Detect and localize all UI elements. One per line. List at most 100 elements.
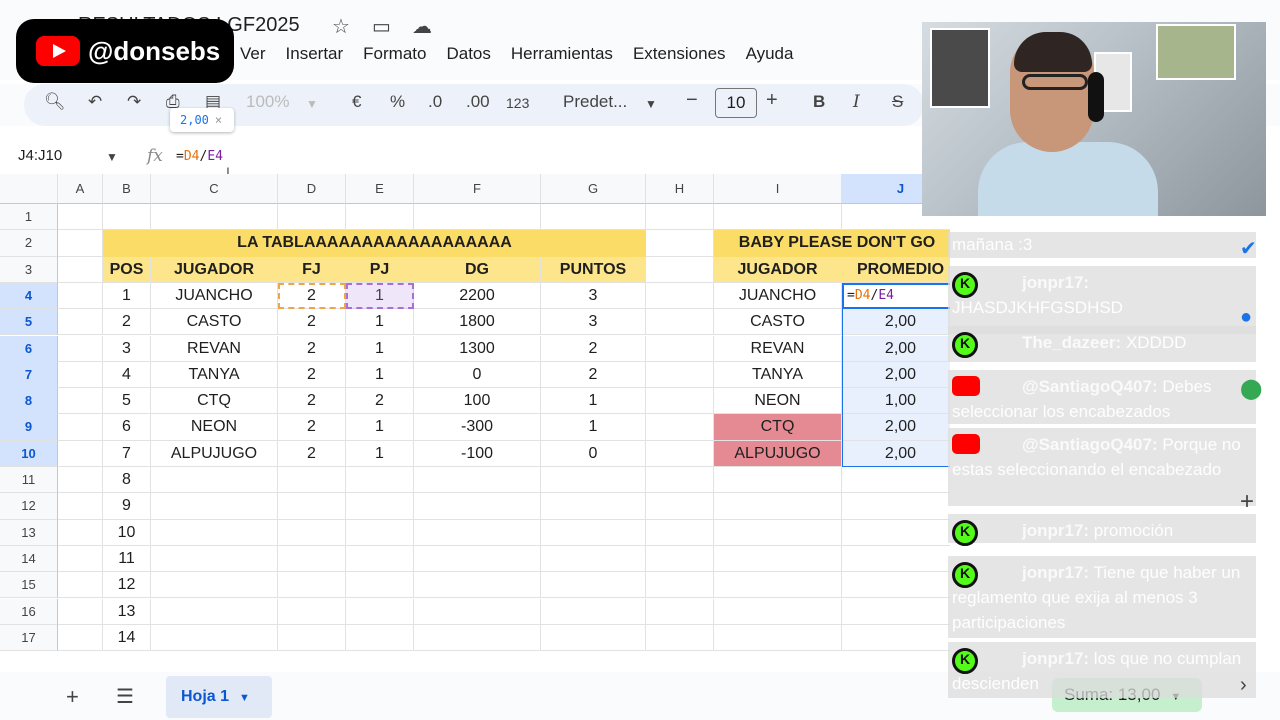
currency-format-button[interactable]: € bbox=[352, 92, 361, 112]
table2-player-cell[interactable]: JUANCHO bbox=[714, 282, 842, 310]
table1-cell[interactable]: 1 bbox=[346, 361, 414, 389]
formula-input[interactable]: =D4/E4 bbox=[176, 149, 223, 164]
cell[interactable] bbox=[646, 493, 714, 520]
cell[interactable] bbox=[278, 545, 346, 573]
table1-cell[interactable]: 2 bbox=[541, 361, 646, 389]
table1-cell[interactable]: NEON bbox=[151, 414, 278, 441]
table1-pos-cell[interactable]: 13 bbox=[103, 598, 151, 625]
table2-average-cell[interactable]: 2,00 bbox=[842, 361, 950, 389]
strikethrough-button[interactable]: S bbox=[892, 92, 903, 112]
row-header-7[interactable]: 7 bbox=[0, 361, 58, 389]
cell[interactable] bbox=[646, 256, 714, 283]
cell[interactable] bbox=[151, 545, 278, 573]
cell[interactable] bbox=[103, 204, 151, 231]
row-header-17[interactable]: 17 bbox=[0, 624, 58, 652]
cell[interactable] bbox=[646, 414, 714, 441]
cell[interactable] bbox=[58, 309, 103, 336]
table1-cell[interactable]: CASTO bbox=[151, 309, 278, 336]
table1-pos-cell[interactable]: 9 bbox=[103, 493, 151, 520]
table1-cell[interactable]: 1 bbox=[541, 414, 646, 441]
cell[interactable] bbox=[151, 519, 278, 546]
table1-cell[interactable]: 1 bbox=[346, 440, 414, 467]
column-header-f[interactable]: F bbox=[414, 174, 541, 204]
table1-title[interactable]: LA TABLAAAAAAAAAAAAAAAAAA bbox=[103, 230, 646, 257]
cell[interactable] bbox=[414, 519, 541, 546]
cell[interactable] bbox=[541, 519, 646, 546]
table1-pos-cell[interactable]: 12 bbox=[103, 572, 151, 599]
table1-header[interactable]: DG bbox=[414, 256, 541, 283]
decrease-font-size-icon[interactable]: − bbox=[686, 89, 698, 112]
cell[interactable] bbox=[58, 230, 103, 257]
cell[interactable] bbox=[414, 572, 541, 599]
cell[interactable] bbox=[842, 546, 950, 573]
table1-cell[interactable]: ALPUJUGO bbox=[151, 440, 278, 467]
cell[interactable] bbox=[714, 519, 842, 546]
table1-cell[interactable]: 1 bbox=[346, 309, 414, 336]
table2-player-cell[interactable]: CASTO bbox=[714, 309, 842, 336]
row-header-15[interactable]: 15 bbox=[0, 572, 58, 599]
row-header-9[interactable]: 9 bbox=[0, 414, 58, 441]
column-header-h[interactable]: H bbox=[646, 174, 714, 204]
table2-header[interactable]: JUGADOR bbox=[714, 256, 842, 283]
cell[interactable] bbox=[646, 624, 714, 652]
table2-average-cell[interactable]: 2,00 bbox=[842, 440, 950, 467]
table1-cell[interactable]: 1300 bbox=[414, 335, 541, 362]
cell[interactable] bbox=[646, 282, 714, 310]
cell[interactable] bbox=[646, 335, 714, 362]
table1-cell[interactable]: 1800 bbox=[414, 309, 541, 336]
table2-header[interactable]: PROMEDIO bbox=[842, 256, 950, 283]
select-all-corner[interactable] bbox=[0, 174, 58, 204]
cell[interactable] bbox=[151, 572, 278, 599]
table1-cell[interactable]: JUANCHO bbox=[151, 282, 278, 310]
cell[interactable] bbox=[278, 204, 346, 231]
table1-pos-cell[interactable]: 14 bbox=[103, 624, 151, 652]
cell[interactable] bbox=[646, 230, 714, 257]
table1-cell[interactable]: TANYA bbox=[151, 361, 278, 389]
row-header-3[interactable]: 3 bbox=[0, 256, 58, 283]
cell[interactable] bbox=[541, 493, 646, 520]
table1-pos-cell[interactable]: 8 bbox=[103, 467, 151, 494]
cell[interactable] bbox=[346, 493, 414, 520]
cell[interactable] bbox=[58, 493, 103, 520]
table1-cell[interactable]: 4 bbox=[103, 361, 151, 389]
column-header-a[interactable]: A bbox=[58, 174, 103, 204]
menu-insertar[interactable]: Insertar bbox=[276, 44, 354, 64]
cell[interactable] bbox=[714, 493, 842, 520]
cell[interactable] bbox=[346, 519, 414, 546]
row-header-14[interactable]: 14 bbox=[0, 545, 58, 573]
name-box[interactable]: J4:J10 bbox=[18, 147, 62, 164]
cell[interactable] bbox=[278, 519, 346, 546]
table2-player-cell[interactable]: NEON bbox=[714, 388, 842, 415]
table1-cell[interactable]: 1 bbox=[346, 335, 414, 362]
maps-icon[interactable]: ⬤ bbox=[1240, 376, 1262, 401]
menu-ayuda[interactable]: Ayuda bbox=[736, 44, 804, 64]
redo-icon[interactable]: ↷ bbox=[127, 92, 141, 112]
cell[interactable] bbox=[346, 598, 414, 625]
sheet-tab-hoja-1[interactable]: Hoja 1 ▼ bbox=[166, 676, 272, 718]
table1-cell[interactable]: 0 bbox=[414, 361, 541, 389]
cell[interactable] bbox=[842, 625, 950, 652]
all-sheets-menu-icon[interactable]: ☰ bbox=[116, 684, 134, 709]
column-header-e[interactable]: E bbox=[346, 174, 414, 204]
contacts-icon[interactable]: ● bbox=[1240, 306, 1252, 329]
cell[interactable] bbox=[346, 624, 414, 652]
cell[interactable] bbox=[278, 467, 346, 494]
cell[interactable] bbox=[58, 467, 103, 494]
cell[interactable] bbox=[58, 204, 103, 231]
get-addons-icon[interactable]: + bbox=[1240, 488, 1254, 516]
cell[interactable] bbox=[842, 599, 950, 625]
table1-cell[interactable]: 2200 bbox=[414, 282, 541, 310]
cell[interactable] bbox=[58, 256, 103, 283]
cell[interactable] bbox=[646, 598, 714, 625]
row-header-6[interactable]: 6 bbox=[0, 335, 58, 362]
increase-decimals-button[interactable]: .00 bbox=[466, 92, 490, 112]
zoom-select[interactable]: 100% bbox=[246, 92, 289, 112]
cell[interactable] bbox=[714, 467, 842, 494]
table1-cell[interactable]: -300 bbox=[414, 414, 541, 441]
cell[interactable] bbox=[714, 572, 842, 599]
cell[interactable] bbox=[842, 520, 950, 546]
add-sheet-icon[interactable]: + bbox=[66, 684, 79, 710]
cell[interactable] bbox=[58, 361, 103, 389]
row-header-13[interactable]: 13 bbox=[0, 519, 58, 546]
more-formats-button[interactable]: 123 bbox=[506, 95, 529, 111]
